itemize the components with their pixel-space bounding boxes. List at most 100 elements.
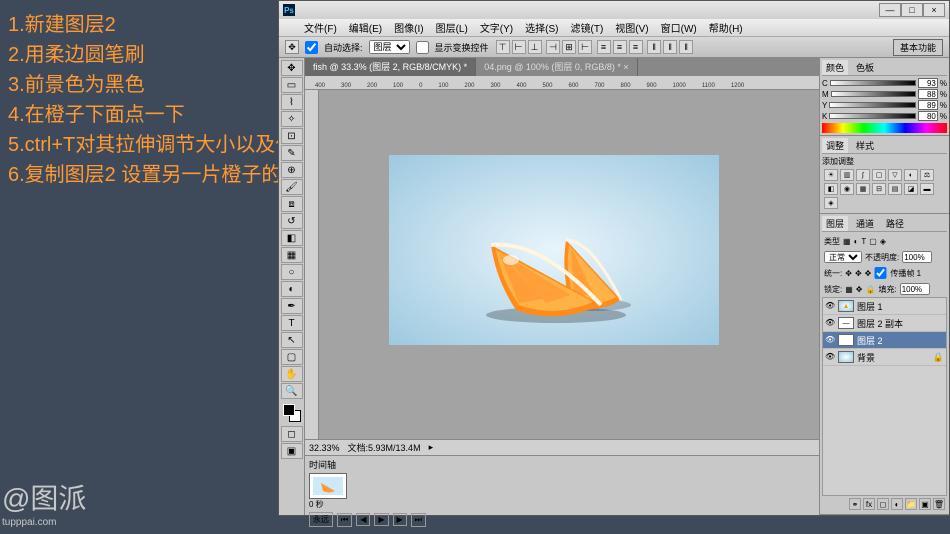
dodge-tool[interactable]: ◐ (281, 281, 303, 297)
distribute-left-icon[interactable]: ‖ (647, 40, 661, 54)
colorbalance-icon[interactable]: ⚖ (920, 169, 934, 181)
channelmixer-icon[interactable]: ▦ (856, 183, 870, 195)
doc-tab-1[interactable]: fish @ 33.3% (图层 2, RGB/8/CMYK) * (305, 58, 476, 76)
spread-frame-checkbox[interactable] (874, 267, 887, 279)
k-value[interactable] (918, 111, 938, 121)
loop-button[interactable]: 永远 (309, 512, 333, 527)
layer-row-2[interactable]: 👁—图层 2 副本 (823, 315, 946, 332)
k-slider[interactable] (829, 113, 916, 119)
brightness-icon[interactable]: ☀ (824, 169, 838, 181)
gradient-tool[interactable]: ▦ (281, 247, 303, 263)
align-left-icon[interactable]: ⊣ (546, 40, 560, 54)
visibility-icon[interactable]: 👁 (825, 352, 835, 362)
autoselect-checkbox[interactable] (305, 41, 318, 54)
wand-tool[interactable]: ✧ (281, 111, 303, 127)
last-frame-icon[interactable]: ⏭ (411, 513, 426, 527)
canvas[interactable] (319, 90, 819, 439)
play-icon[interactable]: ▶ (374, 513, 388, 526)
filter-type-icon[interactable]: T (861, 237, 866, 246)
tab-channels[interactable]: 通道 (852, 216, 878, 231)
new-layer-icon[interactable]: ▣ (919, 498, 931, 510)
tab-paths[interactable]: 路径 (882, 216, 908, 231)
group-icon[interactable]: 📁 (905, 498, 917, 510)
timeline-frame[interactable] (309, 473, 347, 499)
c-value[interactable] (918, 78, 938, 88)
hue-icon[interactable]: ◐ (904, 169, 918, 181)
zoom-tool[interactable]: 🔍 (281, 383, 303, 399)
tab-layers[interactable]: 图层 (822, 216, 848, 231)
doc-tab-2[interactable]: 04.png @ 100% (图层 0, RGB/8) * × (476, 58, 637, 76)
status-arrow-icon[interactable]: ▸ (429, 442, 434, 453)
maximize-button[interactable]: □ (901, 3, 923, 17)
autoselect-target[interactable]: 图层 (369, 40, 410, 54)
tab-color[interactable]: 颜色 (822, 60, 848, 75)
color-swatches[interactable] (283, 404, 301, 422)
tab-adjust[interactable]: 调整 (822, 138, 848, 153)
layer-row-3[interactable]: 👁—图层 2 (823, 332, 946, 349)
marquee-tool[interactable]: ▭ (281, 77, 303, 93)
trash-icon[interactable]: 🗑 (933, 498, 945, 510)
levels-icon[interactable]: ▥ (840, 169, 854, 181)
y-value[interactable] (918, 100, 938, 110)
lasso-tool[interactable]: ⌇ (281, 94, 303, 110)
menu-file[interactable]: 文件(F) (299, 19, 342, 36)
visibility-icon[interactable]: 👁 (825, 335, 835, 345)
menu-type[interactable]: 文字(Y) (475, 19, 518, 36)
hand-tool[interactable]: ✋ (281, 366, 303, 382)
curves-icon[interactable]: ∫ (856, 169, 870, 181)
prev-frame-icon[interactable]: ◀ (356, 513, 370, 526)
photofilter-icon[interactable]: ◉ (840, 183, 854, 195)
move-tool[interactable]: ✥ (281, 60, 303, 76)
distribute-bottom-icon[interactable]: ≡ (629, 40, 643, 54)
zoom-level[interactable]: 32.33% (309, 443, 340, 453)
layer-row-1[interactable]: 👁▲图层 1 (823, 298, 946, 315)
posterize-icon[interactable]: ▤ (888, 183, 902, 195)
layer-row-4[interactable]: 👁背景🔒 (823, 349, 946, 366)
eyedropper-tool[interactable]: ✎ (281, 145, 303, 161)
crop-tool[interactable]: ⊡ (281, 128, 303, 144)
mask-icon[interactable]: ◻ (877, 498, 889, 510)
m-value[interactable] (918, 89, 938, 99)
menu-help[interactable]: 帮助(H) (704, 19, 748, 36)
visibility-icon[interactable]: 👁 (825, 318, 835, 328)
next-frame-icon[interactable]: ▶ (393, 513, 407, 526)
lock-pos-icon[interactable]: ✥ (856, 285, 863, 294)
gradientmap-icon[interactable]: ▬ (920, 183, 934, 195)
first-frame-icon[interactable]: ⏮ (337, 513, 352, 527)
opacity-value[interactable] (902, 251, 932, 263)
lock-pixels-icon[interactable]: ▦ (845, 285, 853, 294)
menu-filter[interactable]: 滤镜(T) (566, 19, 609, 36)
foreground-color[interactable] (283, 404, 295, 416)
filter-smart-icon[interactable]: ◈ (880, 237, 886, 246)
distribute-right-icon[interactable]: ‖ (679, 40, 693, 54)
screenmode-tool[interactable]: ▣ (281, 443, 303, 459)
blur-tool[interactable]: ○ (281, 264, 303, 280)
showcontrols-checkbox[interactable] (416, 41, 429, 54)
blend-mode[interactable]: 正常 (824, 251, 862, 263)
distribute-top-icon[interactable]: ≡ (597, 40, 611, 54)
align-right-icon[interactable]: ⊢ (578, 40, 592, 54)
menu-select[interactable]: 选择(S) (520, 19, 563, 36)
threshold-icon[interactable]: ◪ (904, 183, 918, 195)
filter-adj-icon[interactable]: ◐ (854, 237, 859, 246)
align-vcenter-icon[interactable]: ⊢ (512, 40, 526, 54)
visibility-icon[interactable]: 👁 (825, 301, 835, 311)
selectivecolor-icon[interactable]: ◈ (824, 197, 838, 209)
menu-window[interactable]: 窗口(W) (656, 19, 702, 36)
pen-tool[interactable]: ✒ (281, 298, 303, 314)
path-tool[interactable]: ↖ (281, 332, 303, 348)
fx-icon[interactable]: fx (863, 498, 875, 510)
close-button[interactable]: × (923, 3, 945, 17)
link-icon[interactable]: ⚭ (849, 498, 861, 510)
exposure-icon[interactable]: ▢ (872, 169, 886, 181)
c-slider[interactable] (830, 80, 916, 86)
filter-shape-icon[interactable]: ▢ (869, 237, 877, 246)
filter-pixel-icon[interactable]: ▦ (843, 237, 851, 246)
quickmask-tool[interactable]: ◻ (281, 426, 303, 442)
vibrance-icon[interactable]: ▽ (888, 169, 902, 181)
menu-image[interactable]: 图像(I) (389, 19, 428, 36)
m-slider[interactable] (831, 91, 916, 97)
color-spectrum[interactable] (822, 123, 947, 133)
tab-swatches[interactable]: 色板 (852, 60, 878, 75)
eraser-tool[interactable]: ◧ (281, 230, 303, 246)
